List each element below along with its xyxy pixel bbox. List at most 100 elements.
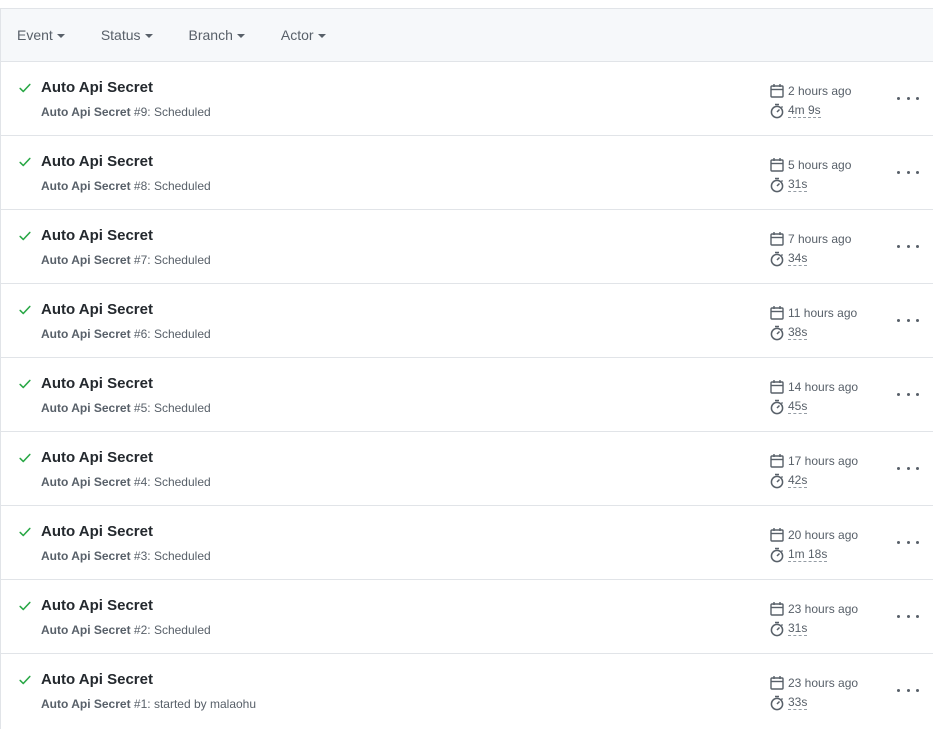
kebab-dot	[897, 466, 900, 470]
run-time: 11 hours ago	[770, 303, 857, 323]
run-duration: 45s	[770, 397, 858, 417]
kebab-dot	[916, 466, 919, 470]
run-meta: 5 hours ago 31s	[770, 155, 851, 195]
run-title[interactable]: Auto Api Secret	[41, 79, 153, 96]
more-options-button[interactable]	[897, 460, 919, 476]
run-subtitle: Auto Api Secret #2: Scheduled	[41, 623, 211, 637]
run-duration: 34s	[770, 249, 851, 269]
run-time: 2 hours ago	[770, 81, 851, 101]
run-number: #7	[133, 253, 148, 267]
run-duration-value[interactable]: 31s	[788, 622, 808, 636]
check-icon	[19, 83, 31, 93]
run-row[interactable]: Auto Api Secret Auto Api Secret #9: Sche…	[1, 62, 933, 136]
stopwatch-icon	[770, 547, 784, 563]
kebab-dot	[906, 466, 910, 470]
run-title[interactable]: Auto Api Secret	[41, 227, 153, 244]
run-duration: 38s	[770, 323, 857, 343]
more-options-button[interactable]	[897, 386, 919, 402]
run-row[interactable]: Auto Api Secret Auto Api Secret #5: Sche…	[1, 358, 933, 432]
kebab-dot	[906, 540, 910, 544]
check-icon	[19, 601, 31, 611]
run-duration: 31s	[770, 175, 851, 195]
run-time: 17 hours ago	[770, 451, 858, 471]
more-options-button[interactable]	[897, 608, 919, 624]
run-duration: 31s	[770, 619, 858, 639]
filter-branch[interactable]: Branch	[189, 27, 245, 43]
filter-actor[interactable]: Actor	[281, 27, 326, 43]
run-subtitle: Auto Api Secret #4: Scheduled	[41, 475, 211, 489]
run-row[interactable]: Auto Api Secret Auto Api Secret #7: Sche…	[1, 210, 933, 284]
run-row[interactable]: Auto Api Secret Auto Api Secret #3: Sche…	[1, 506, 933, 580]
run-duration-value[interactable]: 31s	[788, 178, 808, 192]
run-number: #6	[133, 327, 148, 341]
run-row[interactable]: Auto Api Secret Auto Api Secret #4: Sche…	[1, 432, 933, 506]
run-time: 14 hours ago	[770, 377, 858, 397]
run-duration: 42s	[770, 471, 858, 491]
check-icon	[19, 379, 31, 389]
run-time-ago: 2 hours ago	[788, 84, 852, 98]
run-meta: 7 hours ago 34s	[770, 229, 851, 269]
stopwatch-icon	[770, 695, 784, 711]
run-workflow-name: Auto Api Secret	[41, 623, 131, 637]
kebab-dot	[897, 244, 900, 248]
more-options-button[interactable]	[897, 238, 919, 254]
run-trigger: : started by malaohu	[147, 697, 257, 711]
filter-status[interactable]: Status	[101, 27, 153, 43]
run-title[interactable]: Auto Api Secret	[41, 153, 153, 170]
run-duration-value[interactable]: 33s	[788, 696, 808, 710]
run-subtitle: Auto Api Secret #8: Scheduled	[41, 179, 211, 193]
run-trigger: : Scheduled	[147, 475, 211, 489]
run-title[interactable]: Auto Api Secret	[41, 597, 153, 614]
run-title[interactable]: Auto Api Secret	[41, 523, 153, 540]
run-title[interactable]: Auto Api Secret	[41, 449, 153, 466]
kebab-dot	[897, 614, 900, 618]
more-options-button[interactable]	[897, 534, 919, 550]
kebab-dot	[906, 244, 910, 248]
filter-branch-label: Branch	[188, 27, 233, 43]
run-title[interactable]: Auto Api Secret	[41, 301, 153, 318]
stopwatch-icon	[770, 621, 784, 637]
run-row[interactable]: Auto Api Secret Auto Api Secret #2: Sche…	[1, 580, 933, 654]
run-duration-value[interactable]: 45s	[788, 400, 808, 414]
run-duration-value[interactable]: 34s	[788, 252, 808, 266]
run-subtitle: Auto Api Secret #1: started by malaohu	[41, 697, 256, 711]
run-trigger: : Scheduled	[147, 253, 211, 267]
run-number: #3	[133, 549, 148, 563]
run-trigger: : Scheduled	[147, 327, 211, 341]
kebab-dot	[916, 688, 919, 692]
run-number: #2	[133, 623, 148, 637]
kebab-dot	[906, 318, 910, 322]
more-options-button[interactable]	[897, 164, 919, 180]
more-options-button[interactable]	[897, 90, 919, 106]
run-row[interactable]: Auto Api Secret Auto Api Secret #1: star…	[1, 654, 933, 728]
run-meta: 20 hours ago 1m 18s	[770, 525, 858, 565]
check-icon	[19, 453, 31, 463]
calendar-icon	[770, 602, 784, 616]
run-duration-value[interactable]: 4m 9s	[788, 104, 821, 118]
run-meta: 23 hours ago 33s	[770, 673, 858, 713]
run-title[interactable]: Auto Api Secret	[41, 671, 153, 688]
run-time: 23 hours ago	[770, 599, 858, 619]
run-meta: 2 hours ago 4m 9s	[770, 81, 851, 121]
filter-event[interactable]: Event	[17, 27, 65, 43]
run-title[interactable]: Auto Api Secret	[41, 375, 153, 392]
run-duration-value[interactable]: 1m 18s	[788, 548, 828, 562]
run-time: 7 hours ago	[770, 229, 851, 249]
calendar-icon	[770, 158, 784, 172]
run-trigger: : Scheduled	[147, 179, 211, 193]
caret-down-icon	[144, 34, 153, 38]
more-options-button[interactable]	[897, 682, 919, 698]
run-time-ago: 14 hours ago	[788, 380, 859, 394]
run-time-ago: 5 hours ago	[788, 158, 852, 172]
kebab-dot	[916, 244, 919, 248]
more-options-button[interactable]	[897, 312, 919, 328]
run-row[interactable]: Auto Api Secret Auto Api Secret #8: Sche…	[1, 136, 933, 210]
run-time-ago: 23 hours ago	[788, 602, 859, 616]
run-time: 20 hours ago	[770, 525, 858, 545]
run-row[interactable]: Auto Api Secret Auto Api Secret #6: Sche…	[1, 284, 933, 358]
run-duration-value[interactable]: 38s	[788, 326, 808, 340]
run-duration-value[interactable]: 42s	[788, 474, 808, 488]
stopwatch-icon	[770, 325, 784, 341]
check-icon	[19, 527, 31, 537]
run-trigger: : Scheduled	[147, 105, 211, 119]
